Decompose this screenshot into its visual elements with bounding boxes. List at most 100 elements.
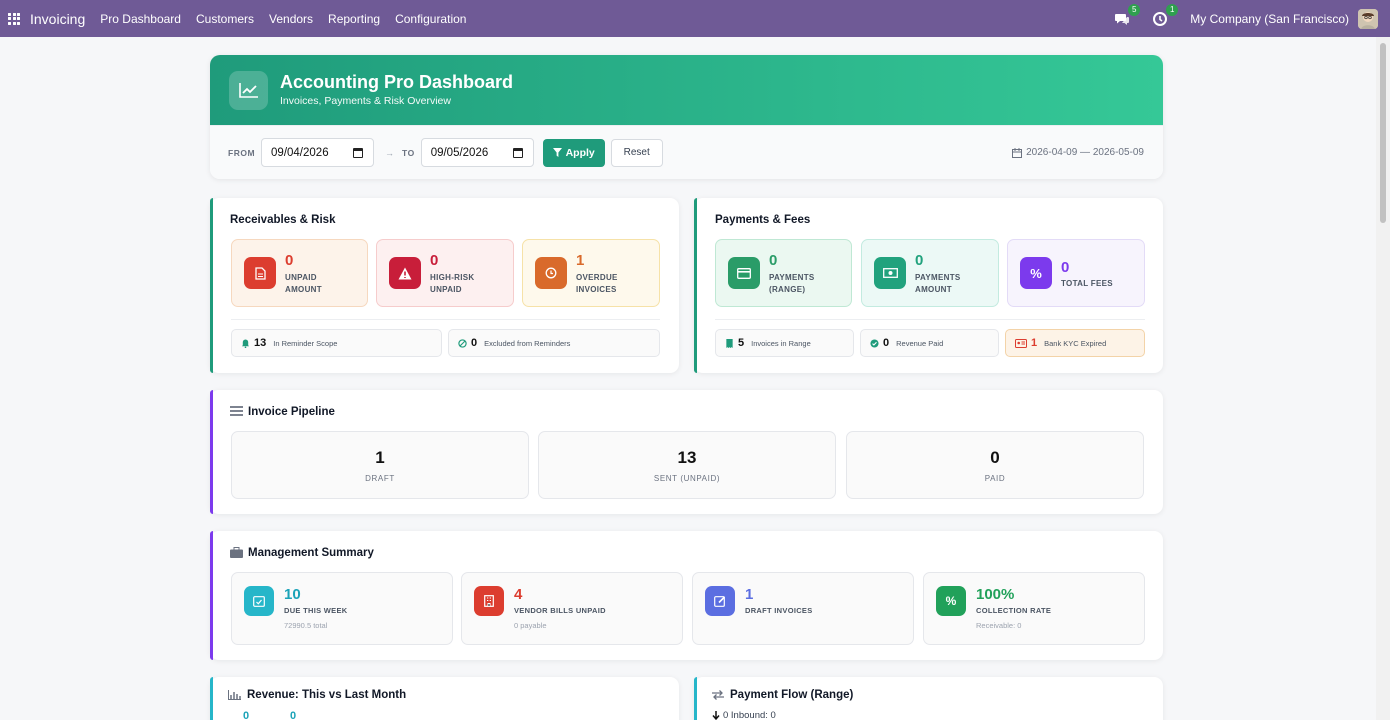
chip-label: Excluded from Reminders xyxy=(484,338,571,348)
menu-vendors[interactable]: Vendors xyxy=(269,12,313,26)
tile-value: 0 xyxy=(430,252,439,269)
menu-customers[interactable]: Customers xyxy=(196,12,254,26)
activities-button[interactable]: 1 xyxy=(1152,3,1179,27)
tile-value: 0 xyxy=(285,252,294,269)
calendar-icon[interactable] xyxy=(512,148,523,158)
tile-value: 0 xyxy=(769,252,778,269)
pipeline-label: DRAFT xyxy=(365,474,395,483)
mgmt-sub: Receivable: 0 xyxy=(976,621,1022,630)
user-avatar[interactable] xyxy=(1358,8,1378,29)
chip-label: Bank KYC Expired xyxy=(1044,338,1107,348)
check-circle-icon xyxy=(870,338,879,348)
bar-chart-icon xyxy=(228,690,241,700)
excluded-reminders-chip[interactable]: 0 Excluded from Reminders xyxy=(448,329,660,357)
calendar-icon xyxy=(1012,147,1023,158)
calendar-check-icon xyxy=(244,586,274,616)
unpaid-amount-tile[interactable]: 0 UNPAID AMOUNT xyxy=(231,239,368,307)
tile-label: HIGH-RISK UNPAID xyxy=(430,273,475,294)
chip-value: 5 xyxy=(738,337,745,349)
high-risk-unpaid-tile[interactable]: 0 HIGH-RISK UNPAID xyxy=(376,239,514,307)
overdue-invoices-tile[interactable]: 1 OVERDUE INVOICES xyxy=(522,239,660,307)
calendar-icon[interactable] xyxy=(353,148,364,158)
menu-configuration[interactable]: Configuration xyxy=(395,12,466,26)
total-fees-tile[interactable]: % 0 TOTAL FEES xyxy=(1007,239,1145,307)
page-subtitle: Invoices, Payments & Risk Overview xyxy=(280,95,451,107)
pipeline-sent-unpaid[interactable]: 13 SENT (UNPAID) xyxy=(538,431,836,499)
reset-button[interactable]: Reset xyxy=(610,138,663,167)
bank-kyc-expired-chip[interactable]: 1 Bank KYC Expired xyxy=(1005,329,1145,357)
mgmt-value: 4 xyxy=(514,586,523,603)
payments-fees-card: Payments & Fees 0 PAYMENTS (RANGE) 0 PAYM… xyxy=(694,198,1163,373)
pipeline-value: 13 xyxy=(677,448,697,467)
payment-flow-card: Payment Flow (Range) 0 Inbound: 0 xyxy=(694,677,1163,720)
pipeline-draft[interactable]: 1 DRAFT xyxy=(231,431,529,499)
tile-label: TOTAL FEES xyxy=(1061,279,1113,288)
mgmt-label: DRAFT INVOICES xyxy=(745,606,813,615)
collection-rate-tile[interactable]: % 100% COLLECTION RATE Receivable: 0 xyxy=(923,572,1145,645)
arrow-icon: → xyxy=(385,147,395,158)
credit-card-icon xyxy=(728,257,760,289)
inbound-label: 0 Inbound: 0 xyxy=(723,710,776,720)
pipeline-value: 1 xyxy=(375,448,385,467)
id-card-icon xyxy=(1015,338,1027,348)
chip-label: In Reminder Scope xyxy=(273,338,338,348)
company-switcher[interactable]: My Company (San Francisco) xyxy=(1190,12,1349,26)
pipeline-label: PAID xyxy=(984,474,1006,483)
layers-icon xyxy=(230,406,243,416)
chip-value: 0 xyxy=(471,337,478,349)
from-label: FROM xyxy=(228,147,256,158)
pipeline-value: 0 xyxy=(990,448,1000,467)
mgmt-value: 10 xyxy=(284,586,301,603)
mgmt-label: VENDOR BILLS UNPAID xyxy=(514,606,606,615)
date-filter-bar: FROM 09/04/2026 → TO 09/05/2026 Apply Re… xyxy=(210,125,1163,179)
due-this-week-tile[interactable]: 10 DUE THIS WEEK 72990.5 total xyxy=(231,572,453,645)
apply-button[interactable]: Apply xyxy=(542,138,605,167)
to-date-input[interactable]: 09/05/2026 xyxy=(420,138,534,167)
warning-icon xyxy=(389,257,421,289)
file-invoice-icon xyxy=(244,257,276,289)
pipeline-paid[interactable]: 0 PAID xyxy=(846,431,1144,499)
mgmt-label: DUE THIS WEEK xyxy=(284,606,348,615)
payments-range-tile[interactable]: 0 PAYMENTS (RANGE) xyxy=(715,239,852,307)
invoices-in-range-chip[interactable]: 5 Invoices in Range xyxy=(715,329,854,357)
card-title: Receivables & Risk xyxy=(230,214,336,226)
clock-icon xyxy=(535,257,567,289)
mgmt-sub: 72990.5 total xyxy=(284,621,328,630)
revenue-this-month: 0 xyxy=(243,710,250,720)
divider xyxy=(231,319,660,320)
app-name[interactable]: Invoicing xyxy=(30,11,85,27)
revenue-paid-chip[interactable]: 0 Revenue Paid xyxy=(860,329,999,357)
tile-label: OVERDUE INVOICES xyxy=(576,273,618,294)
menu-pro-dashboard[interactable]: Pro Dashboard xyxy=(100,12,181,26)
page-title: Accounting Pro Dashboard xyxy=(280,72,514,92)
apps-menu-icon[interactable] xyxy=(8,12,20,25)
chip-label: Invoices in Range xyxy=(751,338,811,348)
payments-amount-tile[interactable]: 0 PAYMENTS AMOUNT xyxy=(861,239,999,307)
scrollbar-thumb[interactable] xyxy=(1380,43,1386,223)
menu-reporting[interactable]: Reporting xyxy=(328,12,380,26)
messages-count-badge: 5 xyxy=(1128,3,1141,16)
from-date-input[interactable]: 09/04/2026 xyxy=(261,138,375,167)
building-icon xyxy=(474,586,504,616)
chip-value: 0 xyxy=(883,337,890,349)
tile-value: 0 xyxy=(915,252,924,269)
top-navbar: Invoicing Pro Dashboard Customers Vendor… xyxy=(0,0,1390,37)
hero-banner: Accounting Pro Dashboard Invoices, Payme… xyxy=(210,55,1163,125)
filter-icon xyxy=(552,148,562,157)
draft-invoices-tile[interactable]: 1 DRAFT INVOICES xyxy=(692,572,914,645)
chart-line-icon xyxy=(229,70,268,110)
chip-value: 1 xyxy=(1031,337,1038,349)
vendor-bills-unpaid-tile[interactable]: 4 VENDOR BILLS UNPAID 0 payable xyxy=(461,572,683,645)
apply-label: Apply xyxy=(565,146,595,159)
mgmt-value: 1 xyxy=(745,586,754,603)
messages-button[interactable]: 5 xyxy=(1114,3,1141,27)
chip-value: 13 xyxy=(254,337,267,349)
revenue-comparison-card: Revenue: This vs Last Month 0 0 xyxy=(210,677,679,720)
reminder-scope-chip[interactable]: 13 In Reminder Scope xyxy=(231,329,442,357)
from-date-value: 09/04/2026 xyxy=(271,146,329,159)
card-title: Management Summary xyxy=(248,547,374,559)
page-scrollbar[interactable] xyxy=(1376,37,1390,720)
exchange-icon xyxy=(712,690,724,700)
chip-label: Revenue Paid xyxy=(896,338,944,348)
tile-label: PAYMENTS (RANGE) xyxy=(769,273,815,294)
